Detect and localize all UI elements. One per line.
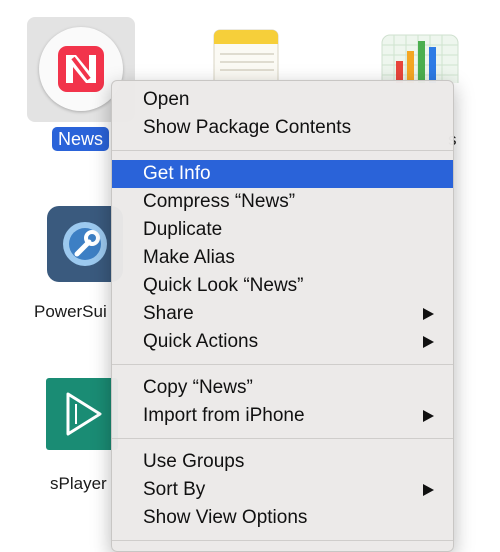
menu-separator (112, 438, 453, 439)
context-menu: Open Show Package Contents Get Info Comp… (111, 80, 454, 552)
menu-item-get-info[interactable]: Get Info (112, 160, 453, 188)
menu-item-use-groups[interactable]: Use Groups (112, 448, 453, 476)
splayer-app-label: sPlayer (50, 474, 107, 493)
numbers-chart-icon[interactable] (380, 33, 460, 96)
menu-item-quick-actions[interactable]: Quick Actions (112, 328, 453, 356)
play-icon[interactable] (46, 378, 118, 450)
menu-item-share[interactable]: Share (112, 300, 453, 328)
menu-item-open[interactable]: Open (112, 86, 453, 114)
menu-item-copy[interactable]: Copy “News” (112, 374, 453, 402)
menu-separator (112, 540, 453, 541)
menu-item-duplicate[interactable]: Duplicate (112, 216, 453, 244)
menu-item-make-alias[interactable]: Make Alias (112, 244, 453, 272)
menu-separator (112, 364, 453, 365)
submenu-arrow-icon (423, 484, 434, 496)
menu-item-sort-by[interactable]: Sort By (112, 476, 453, 504)
menu-separator (112, 150, 453, 151)
submenu-arrow-icon (423, 336, 434, 348)
menu-item-show-view-options[interactable]: Show View Options (112, 504, 453, 532)
menu-item-compress[interactable]: Compress “News” (112, 188, 453, 216)
powersuite-app-label: PowerSui (34, 302, 107, 321)
notes-icon[interactable] (212, 28, 282, 93)
menu-item-import-from-iphone[interactable]: Import from iPhone (112, 402, 453, 430)
submenu-arrow-icon (423, 410, 434, 422)
menu-item-show-package-contents[interactable]: Show Package Contents (112, 114, 453, 142)
menu-item-quick-look[interactable]: Quick Look “News” (112, 272, 453, 300)
news-app-label[interactable]: News (52, 127, 110, 151)
submenu-arrow-icon (423, 308, 434, 320)
